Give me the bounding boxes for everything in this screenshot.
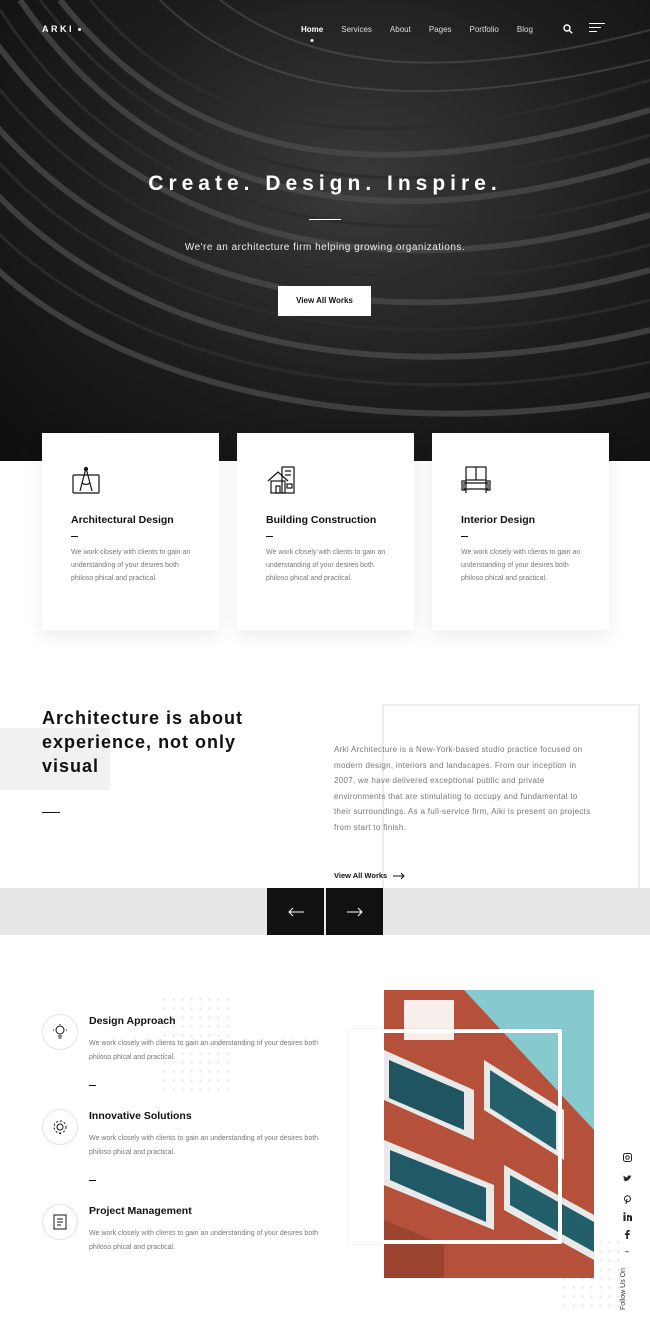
service-card-interior-design[interactable]: Interior Design We work closely with cli… bbox=[432, 433, 609, 630]
follow-us-label: Follow Us On bbox=[620, 1267, 627, 1310]
service-card-architectural-design[interactable]: Architectural Design We work closely wit… bbox=[42, 433, 219, 630]
about-dash bbox=[42, 812, 60, 813]
hero-architecture-image bbox=[0, 0, 650, 417]
separator-dash: – bbox=[625, 1249, 629, 1256]
nav-item-blog[interactable]: Blog bbox=[517, 25, 533, 34]
service-text: We work closely with clients to gain an … bbox=[71, 549, 191, 582]
service-text: We work closely with clients to gain an … bbox=[266, 549, 386, 582]
linkedin-icon[interactable] bbox=[622, 1212, 632, 1222]
nav-item-pages[interactable]: Pages bbox=[429, 25, 452, 34]
search-icon[interactable] bbox=[563, 24, 573, 34]
innovative-solutions-icon bbox=[42, 1109, 78, 1145]
hero-divider bbox=[309, 219, 341, 220]
project-management-icon bbox=[42, 1204, 78, 1240]
twitter-icon[interactable] bbox=[622, 1175, 632, 1185]
feature-text: We work closely with clients to gain an … bbox=[89, 1040, 319, 1061]
feature-text: We work closely with clients to gain an … bbox=[89, 1135, 319, 1156]
view-all-works-link-label: View All Works bbox=[334, 871, 388, 880]
gear-bulb-icon bbox=[53, 1120, 67, 1134]
arrow-left-icon bbox=[287, 907, 304, 916]
lightbulb-icon bbox=[53, 1024, 67, 1039]
arrow-right-icon bbox=[346, 907, 363, 916]
feature-title: Design Approach bbox=[89, 1015, 176, 1027]
service-dash bbox=[461, 536, 468, 537]
hero-section: ARKI Home Services About Pages Portfolio… bbox=[0, 0, 650, 461]
service-card-building-construction[interactable]: Building Construction We work closely wi… bbox=[237, 433, 414, 630]
pinterest-icon[interactable] bbox=[622, 1195, 632, 1205]
view-all-works-button[interactable]: View All Works bbox=[278, 286, 371, 316]
interior-sofa-icon bbox=[461, 466, 491, 493]
feature-title: Project Management bbox=[89, 1205, 192, 1217]
house-building-icon bbox=[267, 466, 295, 494]
nav-item-portfolio[interactable]: Portfolio bbox=[470, 25, 499, 34]
feature-dash bbox=[89, 1180, 96, 1181]
feature-title: Innovative Solutions bbox=[89, 1110, 192, 1122]
feature-dash bbox=[89, 1085, 96, 1086]
nav-item-about[interactable]: About bbox=[390, 25, 411, 34]
slider-band bbox=[0, 888, 650, 935]
next-slide-button[interactable] bbox=[326, 888, 383, 935]
prev-slide-button[interactable] bbox=[267, 888, 324, 935]
instagram-icon[interactable] bbox=[622, 1153, 632, 1163]
hero-subtitle: We're an architecture firm helping growi… bbox=[184, 242, 466, 253]
facebook-icon[interactable] bbox=[622, 1230, 632, 1240]
hero-title: Create. Design. Inspire. bbox=[148, 172, 502, 195]
logo-dot bbox=[78, 28, 81, 32]
blueprint-board-icon bbox=[53, 1214, 67, 1230]
about-title: Architecture is about experience, not on… bbox=[42, 708, 244, 776]
design-approach-icon bbox=[42, 1014, 78, 1050]
logo[interactable]: ARKI bbox=[42, 24, 81, 34]
blueprint-compass-icon bbox=[72, 466, 100, 494]
photo-frame bbox=[349, 1029, 562, 1244]
nav-item-home[interactable]: Home bbox=[301, 25, 323, 34]
service-title: Interior Design bbox=[461, 514, 536, 526]
hamburger-menu-icon[interactable] bbox=[589, 23, 605, 35]
main-nav: ARKI Home Services About Pages Portfolio… bbox=[0, 0, 650, 60]
service-dash bbox=[266, 536, 273, 537]
service-dash bbox=[71, 536, 78, 537]
arrow-right-icon bbox=[393, 872, 405, 879]
service-title: Building Construction bbox=[266, 514, 377, 526]
service-title: Architectural Design bbox=[71, 514, 174, 526]
nav-item-services[interactable]: Services bbox=[341, 25, 372, 34]
about-text: Arki Architecture is a New-York-based st… bbox=[334, 745, 591, 832]
nav-menu: Home Services About Pages Portfolio Blog bbox=[301, 25, 551, 34]
view-all-works-link[interactable]: View All Works bbox=[334, 871, 405, 880]
feature-text: We work closely with clients to gain an … bbox=[89, 1230, 319, 1251]
logo-text: ARKI bbox=[42, 24, 74, 34]
service-text: We work closely with clients to gain an … bbox=[461, 549, 581, 582]
